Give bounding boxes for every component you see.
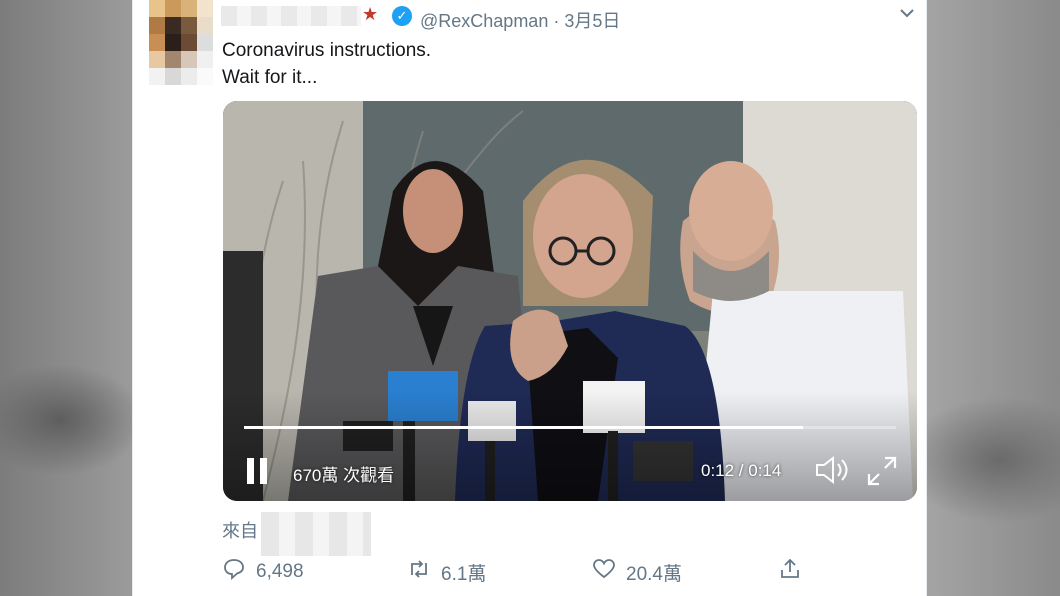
avatar[interactable] — [149, 0, 213, 86]
fullscreen-icon[interactable] — [866, 455, 898, 487]
progress-fill — [244, 426, 803, 429]
tweet-text: Coronavirus instructions. Wait for it... — [222, 37, 431, 91]
reply-count: 6,498 — [256, 561, 304, 582]
tweet-card: ★ ✓ @RexChapman · 3月5日 Coronavirus instr… — [132, 0, 927, 596]
verified-badge-icon: ✓ — [392, 6, 412, 26]
source-blurred — [261, 512, 371, 556]
display-name-blurred — [221, 6, 361, 26]
view-count: 670萬 次觀看 — [293, 466, 395, 485]
name-emoji-icon: ★ — [362, 4, 379, 24]
retweet-button[interactable]: 6.1萬 — [407, 557, 486, 587]
video-time: 0:12 / 0:14 — [701, 461, 782, 480]
handle-and-date[interactable]: @RexChapman · 3月5日 — [420, 7, 620, 33]
like-button[interactable]: 20.4萬 — [592, 557, 682, 587]
retweet-count: 6.1萬 — [441, 563, 487, 585]
like-count: 20.4萬 — [626, 563, 682, 585]
reply-icon — [222, 557, 246, 587]
retweet-icon — [407, 557, 431, 587]
source-label: 來自 — [222, 521, 258, 541]
chevron-down-icon[interactable] — [899, 6, 915, 24]
share-button[interactable] — [778, 557, 802, 587]
tweet-actions: 6,498 6.1萬 20.4萬 — [222, 557, 822, 587]
reply-button[interactable]: 6,498 — [222, 557, 304, 587]
video-player[interactable]: 670萬 次觀看 0:12 / 0:14 — [223, 101, 917, 501]
heart-icon — [592, 557, 616, 587]
progress-bar[interactable] — [244, 426, 896, 429]
share-icon — [778, 557, 802, 587]
pause-icon[interactable] — [247, 458, 269, 484]
volume-icon[interactable] — [814, 455, 850, 485]
tweet-text-line: Coronavirus instructions. — [222, 40, 432, 61]
tweet-text-line: Wait for it... — [222, 67, 318, 88]
